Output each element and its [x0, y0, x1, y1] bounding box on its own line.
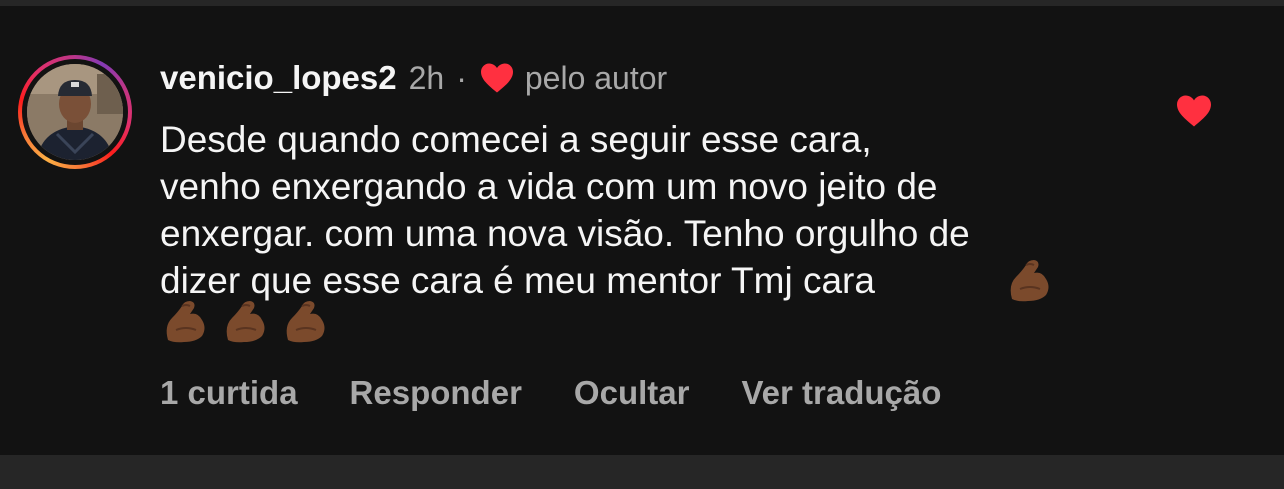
flexed-biceps-emoji [166, 301, 205, 343]
reply-button[interactable]: Responder [350, 374, 522, 412]
hide-button[interactable]: Ocultar [574, 374, 690, 412]
see-translation-button[interactable]: Ver tradução [741, 374, 941, 412]
flexed-biceps-emoji [226, 301, 265, 343]
liked-by-author-label: pelo autor [524, 59, 668, 96]
flexed-biceps-emoji [1004, 255, 1054, 305]
comment-header: venicio_lopes2 2h · pelo autor [160, 58, 667, 98]
likes-count-button[interactable]: 1 curtida [160, 374, 298, 412]
comment-actions: 1 curtida Responder Ocultar Ver tradução [160, 374, 993, 412]
avatar-story-ring[interactable] [18, 55, 132, 169]
emoji-row [160, 296, 330, 346]
bottom-divider [0, 455, 1284, 489]
comment-text: Desde quando comecei a seguir esse cara,… [160, 119, 970, 301]
heart-icon [480, 63, 513, 93]
comment-timestamp: 2h [408, 59, 445, 96]
separator-dot: · [456, 59, 467, 96]
avatar[interactable] [27, 64, 123, 160]
username-link[interactable]: venicio_lopes2 [160, 59, 397, 97]
comment-item: venicio_lopes2 2h · pelo autor Desde qua… [0, 6, 1284, 455]
heart-filled-icon[interactable] [1175, 94, 1213, 128]
flexed-biceps-emoji [286, 301, 325, 343]
